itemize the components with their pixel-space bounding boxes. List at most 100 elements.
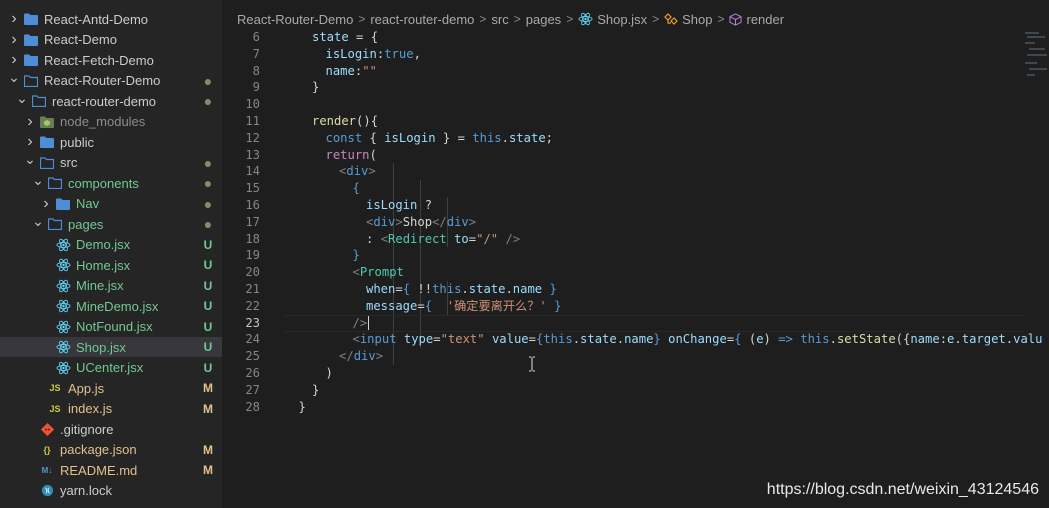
breadcrumb-item[interactable]: React-Router-Demo — [237, 12, 353, 27]
react-file-icon — [54, 340, 72, 354]
react-file-icon — [578, 12, 593, 26]
chevron-right-icon[interactable]: › — [6, 10, 22, 28]
chevron-right-icon[interactable]: › — [6, 31, 22, 49]
code-line[interactable]: 27} — [222, 382, 1022, 399]
code-line[interactable]: 17 <div>Shop</div> — [222, 214, 1022, 231]
code-line[interactable]: 18: <Redirect to="/" /> — [222, 231, 1022, 248]
code-token: ( — [741, 332, 757, 347]
tree-item-label: index.js — [68, 401, 113, 416]
tree-item[interactable]: › node_modules — [0, 112, 222, 132]
breadcrumb-item[interactable]: Shop — [664, 12, 712, 27]
tree-item[interactable]: ⌄ components ● — [0, 172, 222, 193]
code-token: state — [580, 332, 617, 347]
code-line[interactable]: 15 { — [222, 180, 1022, 197]
code-token: isLogin — [366, 198, 418, 212]
code-line[interactable]: 28} — [222, 399, 1022, 416]
code-line[interactable]: 13 return( — [222, 147, 1022, 164]
code-line[interactable]: 14 <div> — [222, 163, 1022, 180]
chevron-down-icon[interactable]: ⌄ — [6, 69, 22, 86]
tree-item[interactable]: ⌄ pages ● — [0, 213, 222, 234]
tree-item[interactable]: ⌄ React-Router-Demo ● — [0, 69, 222, 91]
code-line[interactable]: 10 — [222, 96, 1022, 113]
tree-item[interactable]: › public — [0, 132, 222, 152]
tree-item[interactable]: JS index.js M — [0, 399, 222, 419]
react-file-icon — [54, 238, 72, 252]
tree-item[interactable]: Home.jsx U — [0, 255, 222, 275]
code-text: } — [312, 79, 319, 96]
git-file-icon — [38, 422, 56, 436]
line-number: 15 — [245, 181, 260, 196]
tree-item[interactable]: yarn.lock — [0, 481, 222, 501]
chevron-right-icon[interactable]: › — [38, 195, 54, 213]
tree-item[interactable]: › React-Demo — [0, 30, 222, 50]
folder-icon — [22, 33, 40, 47]
code-line[interactable]: 6 state = { — [222, 29, 1022, 46]
react-file-icon — [54, 279, 72, 293]
tree-item[interactable]: ⌄ src ● — [0, 151, 222, 173]
line-number: 18 — [245, 231, 260, 246]
breadcrumb-item[interactable]: react-router-demo — [370, 12, 474, 27]
code-token: } — [554, 298, 562, 313]
chevron-down-icon[interactable]: ⌄ — [30, 172, 46, 189]
code-line[interactable]: 16 isLogin ? — [222, 197, 1022, 214]
tree-item[interactable]: › React-Antd-Demo — [0, 9, 222, 29]
tree-item[interactable]: ⌄ react-router-demo ● — [0, 90, 222, 111]
code-token: ; — [545, 130, 553, 145]
tree-item[interactable]: Mine.jsx U — [0, 276, 222, 296]
tree-item[interactable]: MineDemo.jsx U — [0, 296, 222, 316]
breadcrumb-item[interactable]: Shop.jsx — [578, 12, 647, 27]
chevron-right-icon[interactable]: › — [22, 113, 38, 131]
code-text: <div>Shop</div> — [366, 214, 476, 231]
code-line[interactable]: 20 <Prompt — [222, 264, 1022, 281]
chevron-right-icon[interactable]: › — [6, 51, 22, 69]
code-line[interactable]: 19} — [222, 247, 1022, 264]
chevron-right-icon[interactable]: › — [22, 133, 38, 151]
tree-item[interactable]: › Nav ● — [0, 194, 222, 214]
chevron-down-icon[interactable]: ⌄ — [14, 90, 30, 107]
minimap[interactable] — [1023, 28, 1049, 88]
tree-item[interactable]: M↓ README.md M — [0, 460, 222, 480]
code-line[interactable]: 24 <input type="text" value={this.state.n… — [222, 331, 1042, 348]
code-line[interactable]: 25 </div> — [222, 348, 1022, 365]
tree-item-label: React-Router-Demo — [44, 73, 161, 88]
git-status-badge: U — [203, 360, 213, 375]
code-line[interactable]: 8 name:"" — [222, 63, 1022, 80]
code-token: div — [373, 214, 396, 229]
code-token: message — [366, 298, 418, 313]
tree-item[interactable]: JS App.js M — [0, 378, 222, 398]
tree-item[interactable]: Shop.jsx U — [0, 337, 222, 357]
code-token: state — [468, 282, 506, 296]
tree-item[interactable]: Demo.jsx U — [0, 235, 222, 255]
code-text: } — [299, 399, 306, 416]
breadcrumb-item[interactable]: render — [729, 12, 784, 27]
tree-item[interactable]: UCenter.jsx U — [0, 358, 222, 378]
code-line[interactable]: 23 /> — [222, 314, 1024, 332]
tree-item[interactable]: {} package.json M — [0, 440, 222, 460]
tree-item-label: NotFound.jsx — [76, 319, 153, 334]
code-line[interactable]: 9} — [222, 79, 1022, 96]
breadcrumb-item[interactable]: pages — [526, 12, 561, 27]
code-line[interactable]: 26) — [222, 365, 1022, 382]
tree-item[interactable]: .gitignore — [0, 419, 222, 439]
code-line[interactable]: 11 render(){ — [222, 113, 1022, 130]
breadcrumb-item[interactable]: src — [491, 12, 508, 27]
chevron-down-icon[interactable]: ⌄ — [22, 151, 38, 168]
line-number: 23 — [245, 315, 260, 330]
code-line[interactable]: 7 isLogin:true, — [222, 46, 1022, 63]
tree-item-label: React-Antd-Demo — [44, 11, 149, 27]
code-editor[interactable]: React-Router-Demo > react-router-demo > src >… — [222, 0, 1049, 508]
code-token: type — [403, 332, 434, 347]
code-area[interactable]: 6 state = {7 isLogin:true, 8 name:"" 9} 10 11 re… — [222, 29, 1042, 508]
tree-item[interactable]: NotFound.jsx U — [0, 317, 222, 337]
tree-item[interactable]: › React-Fetch-Demo — [0, 50, 222, 70]
code-line[interactable]: 12 const { isLogin } = this.state; — [222, 130, 1022, 147]
code-token: </ — [432, 214, 447, 229]
code-token: = — [395, 282, 403, 296]
code-token: Shop — [402, 214, 433, 229]
code-line[interactable]: 22 message={ '确定要离开么？' } — [222, 298, 1022, 315]
code-line[interactable]: 21 when={ !!this.state.name } — [222, 281, 1022, 298]
javascript-file-icon: JS — [49, 403, 61, 414]
chevron-down-icon[interactable]: ⌄ — [30, 213, 46, 230]
line-number: 6 — [252, 30, 260, 44]
